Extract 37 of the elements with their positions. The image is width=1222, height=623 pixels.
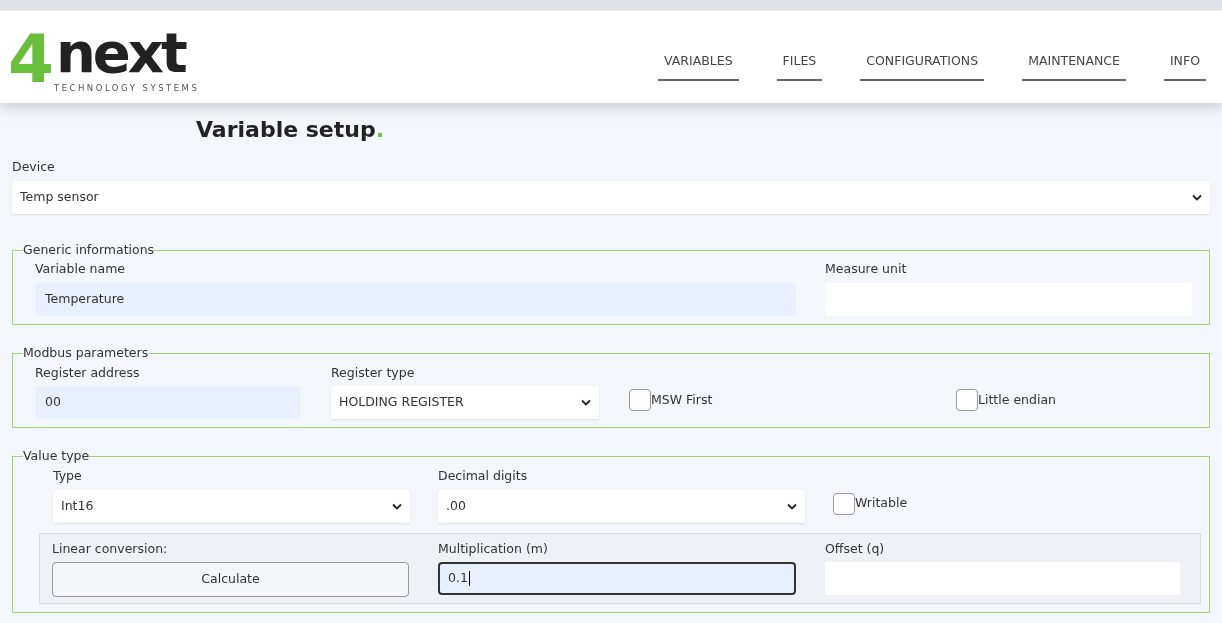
- caret-icon: [392, 502, 402, 510]
- input-field[interactable]: 00: [35, 386, 301, 420]
- page-title: Variable setup.: [196, 116, 386, 144]
- caret-icon: [787, 502, 797, 510]
- nav-link[interactable]: FILES: [776, 52, 823, 81]
- field-label: Variable name: [35, 260, 127, 279]
- checkbox-label: Writable: [855, 494, 908, 513]
- fieldset-legend: Modbus parameters: [23, 347, 149, 360]
- caret-icon: [581, 399, 591, 407]
- checkbox[interactable]: [956, 389, 978, 412]
- calculate-button[interactable]: Calculate: [52, 562, 409, 598]
- nav-link[interactable]: MAINTENANCE: [1022, 52, 1126, 81]
- checkbox[interactable]: [629, 389, 651, 412]
- device-select[interactable]: Temp sensor: [12, 180, 1210, 214]
- checkbox-label: Little endian: [978, 390, 1056, 409]
- field-label: Linear conversion:: [52, 539, 169, 558]
- caret-icon: [1192, 193, 1202, 201]
- nav-link[interactable]: VARIABLES: [658, 52, 739, 81]
- fieldset-legend: Value type: [23, 450, 90, 463]
- field-label: Decimal digits: [438, 466, 529, 485]
- field-label: Multiplication (m): [438, 539, 549, 558]
- field-label: Register type: [331, 363, 416, 382]
- dropdown[interactable]: .00: [438, 489, 805, 523]
- input-field[interactable]: Temperature: [35, 283, 796, 316]
- field-label: Register address: [35, 363, 141, 382]
- nav-link[interactable]: CONFIGURATIONS: [860, 52, 985, 81]
- checkbox-label: MSW First: [651, 390, 713, 409]
- field-label: Measure unit: [825, 260, 908, 279]
- field-label: Offset (q): [825, 539, 886, 558]
- input-field[interactable]: 0.1: [438, 562, 796, 596]
- field-label: Device: [12, 158, 56, 176]
- dropdown[interactable]: Int16: [53, 489, 410, 523]
- fieldset-legend: Generic informations: [23, 243, 155, 257]
- nav-link[interactable]: INFO: [1163, 52, 1206, 81]
- field-label: Type: [53, 466, 83, 485]
- checkbox[interactable]: [833, 492, 855, 515]
- dropdown[interactable]: HOLDING REGISTER: [331, 386, 599, 420]
